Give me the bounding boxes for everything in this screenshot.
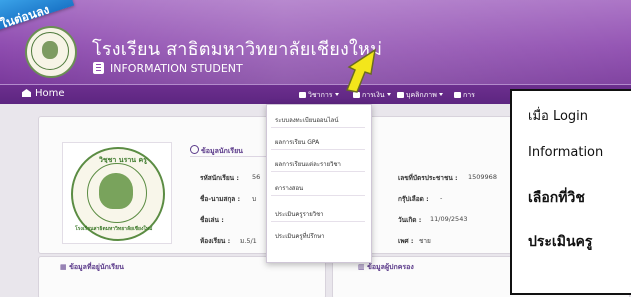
address-title: ▦ ข้อมูลที่อยู่นักเรียน bbox=[60, 262, 124, 273]
callout-line-2: Information bbox=[528, 145, 604, 160]
dropdown-item-online-registration[interactable]: ระบบลงทะเบียนออนไลน์ bbox=[275, 115, 338, 125]
instruction-callout: เมื่อ Login Information เลือกที่วิช ประเ… bbox=[510, 89, 631, 295]
screenshot: ในต่อนลง โรงเรียน สาธิตมหาวิทยาลัยเชียงใ… bbox=[0, 0, 631, 297]
nav-menu-academic[interactable]: วิชาการ bbox=[299, 90, 339, 101]
chevron-down-icon bbox=[438, 93, 443, 96]
nav-menu-personality-label: บุคลิกภาพ bbox=[406, 91, 437, 99]
address-icon: ▦ bbox=[60, 263, 70, 271]
student-id-value: 56 bbox=[252, 173, 261, 181]
building-icon: ▥ bbox=[358, 263, 368, 271]
dropdown-item-timetable[interactable]: ตารางสอน bbox=[275, 183, 303, 193]
gender-value: ชาย bbox=[419, 237, 431, 245]
logo-elephant bbox=[42, 41, 58, 59]
dropdown-item-gpa[interactable]: ผลการเรียน GPA bbox=[275, 137, 319, 147]
home-icon bbox=[22, 89, 31, 97]
callout-line-4: ประเมินครู bbox=[528, 234, 593, 250]
parent-title-text: ข้อมูลผู้ปกครอง bbox=[367, 263, 414, 271]
chevron-down-icon bbox=[334, 93, 339, 96]
school-name: โรงเรียน สาธิตมหาวิทยาลัยเชียงใหม่ bbox=[92, 39, 383, 60]
document-icon bbox=[93, 62, 104, 74]
student-info-title-text: ข้อมูลนักเรียน bbox=[201, 147, 243, 155]
fullname-value: บ bbox=[252, 195, 257, 203]
nav-menu-academic-label: วิชาการ bbox=[308, 91, 333, 99]
citizen-id-label: เลขที่บัตรประชาชน : bbox=[398, 174, 458, 182]
site-subtitle: INFORMATION STUDENT bbox=[110, 62, 243, 75]
blood-group-value: - bbox=[440, 194, 443, 202]
callout-line-1: เมื่อ Login bbox=[528, 109, 589, 124]
birthdate-label: วันเกิด : bbox=[398, 216, 422, 224]
dropdown-divider bbox=[271, 127, 365, 128]
parent-title: ▥ ข้อมูลผู้ปกครอง bbox=[358, 262, 414, 273]
dropdown-divider bbox=[271, 171, 365, 172]
dropdown-item-subject-results[interactable]: ผลการเรียนแต่ละรายวิชา bbox=[275, 159, 341, 169]
birthdate-value: 11/09/2543 bbox=[430, 215, 468, 223]
gender-label: เพศ : bbox=[398, 237, 414, 245]
address-title-text: ข้อมูลที่อยู่นักเรียน bbox=[69, 263, 124, 271]
academic-dropdown: ระบบลงทะเบียนออนไลน์ ผลการเรียน GPA ผลกา… bbox=[266, 104, 372, 263]
menu-icon bbox=[454, 92, 461, 98]
nav-menu-personality[interactable]: บุคลิกภาพ bbox=[397, 90, 443, 101]
classroom-value: ม.5/1 bbox=[240, 237, 257, 245]
callout-line-3: เลือกที่วิช bbox=[528, 190, 585, 206]
nav-home[interactable]: Home bbox=[22, 88, 65, 99]
school-seal: วิชฺชา นราน ครู โรงเรียนสาธิตมหาวิทยาลัย… bbox=[71, 147, 165, 241]
dropdown-item-evaluate-advisor[interactable]: ประเมินครูที่ปรึกษา bbox=[275, 231, 325, 241]
dropdown-item-evaluate-subject-teacher[interactable]: ประเมินครูรายวิชา bbox=[275, 209, 324, 219]
nav-menu-more-label: การ bbox=[463, 91, 475, 99]
fullname-label: ชื่อ-นามสกุล : bbox=[200, 195, 241, 203]
dropdown-divider bbox=[271, 195, 365, 196]
section-divider bbox=[190, 156, 270, 157]
yellow-arrow-icon bbox=[345, 48, 377, 93]
student-photo: วิชฺชา นราน ครู โรงเรียนสาธิตมหาวิทยาลัย… bbox=[62, 142, 172, 244]
nickname-label: ชื่อเล่น : bbox=[200, 216, 224, 224]
dropdown-divider bbox=[271, 221, 365, 222]
nav-home-label: Home bbox=[35, 88, 65, 99]
classroom-label: ห้องเรียน : bbox=[200, 237, 231, 245]
seal-top-text: วิชฺชา นราน ครู bbox=[99, 156, 147, 164]
book-icon bbox=[299, 92, 306, 98]
blood-group-label: กรุ๊ปเลือด : bbox=[398, 195, 429, 203]
user-circle-icon bbox=[190, 145, 199, 154]
nav-menu-more[interactable]: การ bbox=[454, 90, 475, 101]
citizen-id-value: 1509968 bbox=[468, 173, 497, 181]
student-id-label: รหัสนักเรียน : bbox=[200, 174, 239, 182]
seal-bottom-text: โรงเรียนสาธิตมหาวิทยาลัยเชียงใหม่ bbox=[75, 226, 153, 232]
school-logo[interactable] bbox=[25, 26, 77, 78]
seal-elephant bbox=[99, 173, 133, 209]
dropdown-divider bbox=[271, 149, 365, 150]
